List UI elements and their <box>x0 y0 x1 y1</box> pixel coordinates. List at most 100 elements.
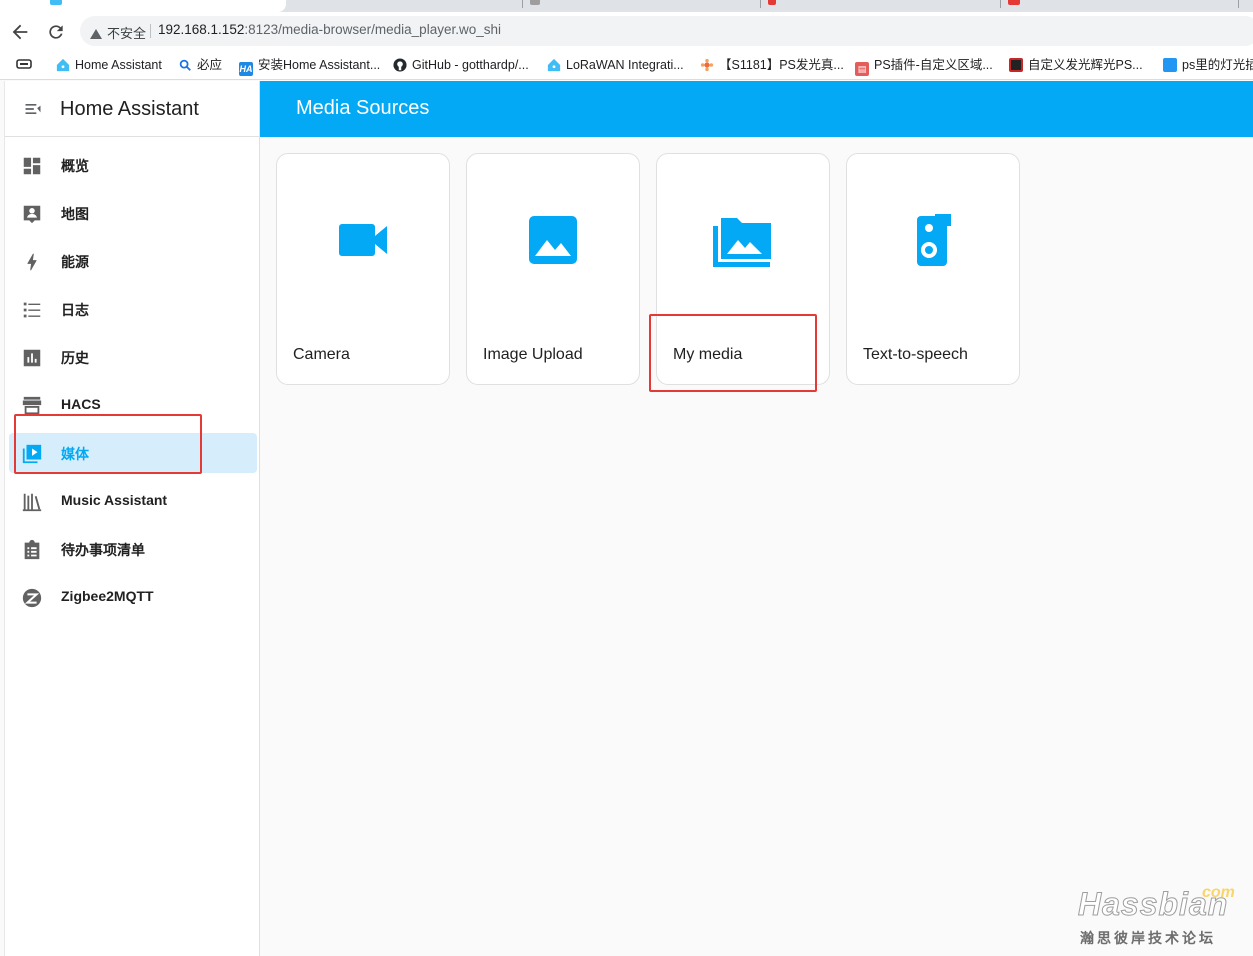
card-label: Text-to-speech <box>863 346 968 363</box>
bookmark-ps-light[interactable]: ps里的灯光插 <box>1163 56 1253 74</box>
url-path: :8123/media-browser/media_player.wo_shi <box>244 22 501 37</box>
bookmark-label: ps里的灯光插 <box>1182 58 1253 72</box>
sidebar-item-label: 能源 <box>61 254 89 270</box>
reload-icon <box>49 25 63 39</box>
url-text: 192.168.1.152:8123/media-browser/media_p… <box>158 22 501 37</box>
app-title: Home Assistant <box>60 98 199 120</box>
media-source-card-camera[interactable]: Camera <box>276 153 450 385</box>
arrow-left-icon <box>12 24 28 40</box>
video-camera-icon <box>339 224 387 256</box>
url-host: 192.168.1.152 <box>158 22 245 37</box>
flower-icon <box>700 58 714 72</box>
bookmark-label: 必应 <box>197 58 223 72</box>
sidebar-item-label: 地图 <box>61 206 89 222</box>
sidebar-item-music-assistant[interactable]: Music Assistant <box>9 481 257 521</box>
highlight-box-my-media <box>649 314 817 392</box>
home-assistant-app: Home Assistant 概览 地图 能源 日志 历史 HACS 媒体 Mu… <box>0 81 1253 956</box>
chart-box-icon <box>23 349 41 367</box>
url-bar[interactable]: 不安全 192.168.1.152:8123/media-browser/med… <box>80 16 1253 46</box>
sidebar-item-map[interactable]: 地图 <box>9 193 257 233</box>
media-source-card-image-upload[interactable]: Image Upload <box>466 153 640 385</box>
tab-favicon <box>50 0 62 5</box>
tab-favicon <box>768 0 776 5</box>
bookmark-label: 安装Home Assistant... <box>258 58 381 72</box>
sidebar-item-logbook[interactable]: 日志 <box>9 289 257 329</box>
warning-icon <box>90 29 102 39</box>
sidebar-item-overview[interactable]: 概览 <box>9 145 257 185</box>
bookmark-label: GitHub - gotthardp/... <box>412 58 529 72</box>
bookmark-home-assistant[interactable]: Home Assistant <box>56 56 162 74</box>
watermark: Hassbian com 瀚思彼岸技术论坛 <box>1074 884 1244 948</box>
home-assistant-icon <box>56 58 70 72</box>
clipboard-list-icon <box>24 539 40 560</box>
speaker-message-icon <box>917 214 951 266</box>
bookmark-label: 自定义发光辉光PS... <box>1028 58 1143 72</box>
bookmark-bing[interactable]: 必应 <box>178 56 222 74</box>
security-label: 不安全 <box>107 26 147 41</box>
watermark-suffix: com <box>1202 884 1235 901</box>
card-label: Camera <box>293 346 350 363</box>
security-indicator[interactable]: 不安全 <box>90 23 146 42</box>
apps-icon <box>16 59 32 69</box>
sidebar-header: Home Assistant <box>5 81 260 137</box>
menu-open-icon[interactable] <box>23 99 43 119</box>
sidebar-item-label: HACS <box>61 396 101 412</box>
dark-app-icon <box>1009 58 1023 72</box>
tab-separator <box>1238 0 1239 8</box>
tv-icon <box>1163 58 1177 72</box>
ha-text-icon: HA <box>239 62 253 76</box>
tab-favicon <box>530 0 540 5</box>
watermark-subtitle: 瀚思彼岸技术论坛 <box>1080 930 1216 946</box>
bookmark-label: LoRaWAN Integrati... <box>566 58 684 72</box>
sidebar-item-label: Music Assistant <box>61 492 168 508</box>
bookmark-custom-glow[interactable]: 自定义发光辉光PS... <box>1009 56 1143 74</box>
bookmark-label: 【S1181】PS发光真... <box>719 58 844 72</box>
media-source-card-tts[interactable]: Text-to-speech <box>846 153 1020 385</box>
sidebar-item-label: 待办事项清单 <box>61 542 145 558</box>
tab-separator <box>522 0 523 8</box>
bookmark-label: PS插件-自定义区域... <box>874 58 993 72</box>
bookshelf-icon <box>22 493 42 512</box>
bookmark-ps-plugin[interactable]: ▤ PS插件-自定义区域... <box>855 56 993 76</box>
highlight-box-media-sidebar <box>14 414 202 474</box>
sidebar-item-label: Zigbee2MQTT <box>61 588 154 604</box>
github-icon <box>393 58 407 72</box>
sidebar-item-history[interactable]: 历史 <box>9 337 257 377</box>
tab-favicon <box>1008 0 1020 5</box>
bookmark-ps-glow[interactable]: 【S1181】PS发光真... <box>700 56 844 74</box>
sidebar-item-label: 日志 <box>61 302 89 318</box>
bookmarks-bar: Home Assistant 必应 HA 安装Home Assistant... … <box>0 50 1253 80</box>
tab-strip <box>0 0 1253 12</box>
page-title: Media Sources <box>296 97 430 119</box>
search-icon <box>179 59 191 71</box>
tab-separator <box>760 0 761 8</box>
bookmark-install-ha[interactable]: HA 安装Home Assistant... <box>239 56 381 76</box>
sidebar-item-zigbee2mqtt[interactable]: Zigbee2MQTT <box>9 577 257 617</box>
image-icon <box>529 216 577 264</box>
map-account-icon <box>23 205 41 224</box>
omnibox-divider <box>150 24 151 38</box>
address-toolbar: 不安全 192.168.1.152:8123/media-browser/med… <box>0 12 1253 50</box>
sidebar-item-energy[interactable]: 能源 <box>9 241 257 281</box>
sidebar-item-label: 概览 <box>61 158 89 174</box>
zigbee-icon <box>22 588 42 608</box>
format-list-icon <box>23 302 41 318</box>
folder-multiple-image-icon <box>713 218 771 267</box>
back-button[interactable] <box>8 20 32 44</box>
media-sources-grid: Camera Image Upload My media Text-to-spe… <box>260 137 1253 956</box>
reload-button[interactable] <box>44 20 68 44</box>
home-assistant-icon <box>547 58 561 72</box>
sidebar-item-label: 历史 <box>61 350 89 366</box>
sidebar-item-todo[interactable]: 待办事项清单 <box>9 529 257 569</box>
dashboard-icon <box>23 157 41 175</box>
lightning-bolt-icon <box>27 253 37 271</box>
bookmark-label: Home Assistant <box>75 58 162 72</box>
active-tab[interactable] <box>0 0 286 12</box>
top-app-bar: Media Sources <box>260 81 1253 137</box>
bookmark-github[interactable]: GitHub - gotthardp/... <box>393 56 529 74</box>
tab-separator <box>1000 0 1001 8</box>
bookmark-lorawan[interactable]: LoRaWAN Integrati... <box>547 56 684 74</box>
ps-plugin-icon: ▤ <box>855 62 869 76</box>
apps-button[interactable] <box>16 56 32 74</box>
card-label: Image Upload <box>483 346 583 363</box>
